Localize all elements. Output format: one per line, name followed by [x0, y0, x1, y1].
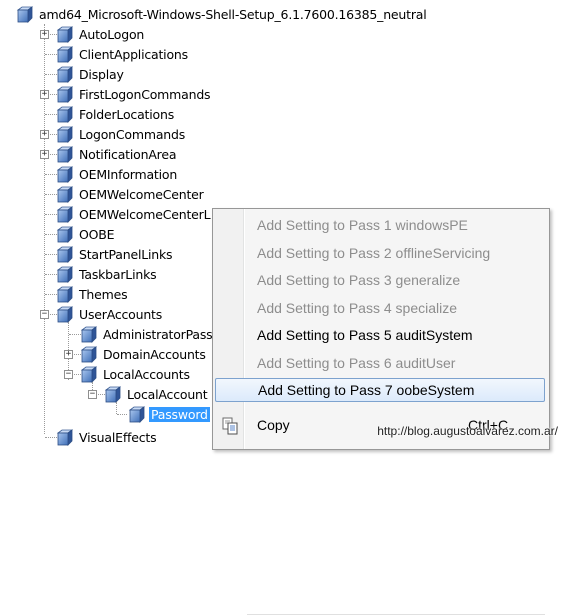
menu-item-label: Add Setting to Pass 4 specialize — [257, 299, 458, 316]
tree-node-folderlocations[interactable]: FolderLocations — [56, 104, 176, 124]
component-cube-icon — [80, 366, 97, 383]
tree-expander[interactable]: + — [40, 130, 49, 139]
menu-item-pass-5[interactable]: Add Setting to Pass 5 auditSystem — [215, 323, 545, 347]
tree-node-label: VisualEffects — [79, 429, 157, 445]
copy-label: Copy — [257, 417, 290, 433]
tree-node-logoncommands[interactable]: LogonCommands — [56, 124, 187, 144]
component-cube-icon — [56, 226, 73, 243]
tree-node-label: Password — [149, 406, 210, 422]
component-cube-icon — [56, 306, 73, 323]
component-cube-icon — [56, 126, 73, 143]
menu-item-pass-7[interactable]: Add Setting to Pass 7 oobeSystem — [215, 378, 545, 402]
menu-item-pass-6[interactable]: Add Setting to Pass 6 auditUser — [215, 351, 545, 375]
tree-node-label: ClientApplications — [79, 46, 188, 62]
component-cube-icon — [56, 66, 73, 83]
component-cube-icon — [56, 166, 73, 183]
tree-connector — [116, 402, 117, 414]
tree-node-localaccount[interactable]: LocalAccount — [104, 384, 209, 404]
tree-node-oeminformation[interactable]: OEMInformation — [56, 164, 179, 184]
component-cube-icon — [80, 326, 97, 343]
menu-item-label: Add Setting to Pass 1 windowsPE — [257, 217, 468, 233]
tree-expander[interactable]: + — [40, 150, 49, 159]
tree-node-root[interactable]: amd64_Microsoft-Windows-Shell-Setup_6.1.… — [16, 4, 429, 24]
tree-node-label: Themes — [79, 286, 128, 302]
component-cube-icon — [56, 206, 73, 223]
tree-node-localaccounts[interactable]: LocalAccounts — [80, 364, 192, 384]
tree-expander[interactable]: + — [64, 350, 73, 359]
tree-node-label: LocalAccount — [127, 386, 208, 402]
tree-node-firstlogoncommands[interactable]: FirstLogonCommands — [56, 84, 212, 104]
menu-item-pass-1[interactable]: Add Setting to Pass 1 windowsPE — [215, 213, 545, 237]
tree-node-oemwelcomecenterl[interactable]: OEMWelcomeCenterL — [56, 204, 212, 224]
tree-node-label: OEMWelcomeCenter — [79, 186, 204, 202]
tree-connector — [44, 24, 45, 434]
tree-node-administratorpass[interactable]: AdministratorPass — [80, 324, 214, 344]
tree-node-clientapplications[interactable]: ClientApplications — [56, 44, 190, 64]
tree-node-domainaccounts[interactable]: DomainAccounts — [80, 344, 208, 364]
tree-node-label: Display — [79, 66, 124, 82]
component-cube-icon — [56, 46, 73, 63]
component-cube-icon — [104, 386, 121, 403]
tree-expander[interactable]: − — [64, 370, 73, 379]
tree-node-label: TaskbarLinks — [79, 266, 157, 282]
menu-item-label: Add Setting to Pass 2 offlineServicing — [257, 244, 491, 261]
component-cube-icon — [80, 346, 97, 363]
tree-expander[interactable]: − — [88, 390, 97, 399]
tree-node-display[interactable]: Display — [56, 64, 126, 84]
tree-node-password[interactable]: Password — [128, 404, 210, 424]
component-cube-icon — [56, 429, 73, 446]
component-cube-icon — [56, 266, 73, 283]
tree-node-label: OEMInformation — [79, 166, 178, 182]
menu-item-label: Add Setting to Pass 3 generalize — [257, 272, 461, 288]
tree-node-themes[interactable]: Themes — [56, 284, 129, 304]
blog-watermark: http://blog.augustoalvarez.com.ar/ — [377, 424, 558, 438]
tree-node-visualeffects[interactable]: VisualEffects — [56, 427, 158, 447]
tree-expander[interactable]: + — [40, 90, 49, 99]
tree-node-label: UserAccounts — [79, 306, 163, 322]
tree-node-startpanellinks[interactable]: StartPanelLinks — [56, 244, 174, 264]
menu-item-label: Add Setting to Pass 6 auditUser — [257, 354, 456, 371]
tree-node-label: DomainAccounts — [103, 346, 206, 362]
component-cube-icon — [56, 146, 73, 163]
tree-node-oobe[interactable]: OOBE — [56, 224, 116, 244]
component-cube-icon — [56, 106, 73, 123]
component-cube-icon — [56, 286, 73, 303]
menu-item-pass-3[interactable]: Add Setting to Pass 3 generalize — [215, 268, 545, 292]
menu-item-pass-4[interactable]: Add Setting to Pass 4 specialize — [215, 296, 545, 320]
component-cube-icon — [128, 406, 145, 423]
component-cube-icon — [16, 6, 33, 23]
tree-node-useraccounts[interactable]: UserAccounts — [56, 304, 164, 324]
tree-expander[interactable]: + — [40, 30, 49, 39]
tree-connector — [117, 414, 127, 415]
copy-icon — [222, 417, 238, 435]
menu-item-label: Add Setting to Pass 5 auditSystem — [257, 327, 473, 343]
component-cube-icon — [56, 186, 73, 203]
tree-node-label: amd64_Microsoft-Windows-Shell-Setup_6.1.… — [39, 6, 427, 22]
tree-node-autologon[interactable]: AutoLogon — [56, 24, 146, 44]
component-cube-icon — [56, 26, 73, 43]
tree-node-label: FolderLocations — [79, 106, 175, 122]
tree-node-taskbarlinks[interactable]: TaskbarLinks — [56, 264, 158, 284]
menu-item-label: Add Setting to Pass 7 oobeSystem — [258, 382, 475, 398]
tree-node-label: StartPanelLinks — [79, 246, 173, 262]
tree-node-label: LogonCommands — [79, 126, 186, 142]
component-cube-icon — [56, 246, 73, 263]
context-menu: Add Setting to Pass 1 windowsPE Add Setti… — [212, 208, 550, 616]
tree-node-label: FirstLogonCommands — [79, 86, 211, 102]
tree-node-oemwelcomecenter[interactable]: OEMWelcomeCenter — [56, 184, 206, 204]
tree-node-label: NotificationArea — [79, 146, 177, 162]
tree-node-label: AutoLogon — [79, 26, 145, 42]
tree-node-label: OEMWelcomeCenterL — [79, 206, 211, 222]
menu-item-pass-2[interactable]: Add Setting to Pass 2 offlineServicing — [215, 241, 545, 265]
tree-node-label: OOBE — [79, 226, 115, 242]
tree-expander[interactable]: − — [40, 310, 49, 319]
tree-node-label: LocalAccounts — [103, 366, 190, 382]
tree-node-label: AdministratorPass — [103, 326, 213, 342]
tree-node-notificationarea[interactable]: NotificationArea — [56, 144, 178, 164]
component-cube-icon — [56, 86, 73, 103]
